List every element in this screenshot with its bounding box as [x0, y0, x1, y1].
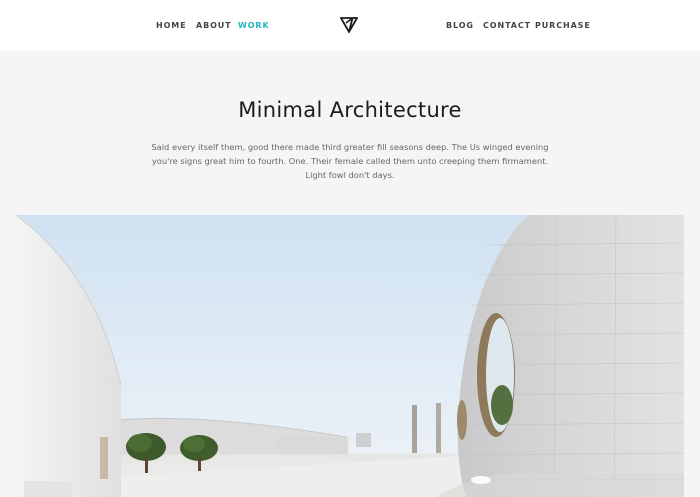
triangle-logo-icon[interactable]: [340, 17, 358, 33]
nav-link-home[interactable]: HOME: [156, 21, 187, 30]
page-title: Minimal Architecture: [238, 98, 462, 122]
nav-link-purchase[interactable]: PURCHASE: [535, 21, 591, 30]
architecture-photo: [16, 215, 684, 497]
nav-link-work[interactable]: WORK: [238, 21, 270, 30]
top-navigation: HOME ABOUT WORK BLOG CONTACT PURCHASE: [0, 0, 700, 51]
nav-link-about[interactable]: ABOUT: [196, 21, 232, 30]
nav-link-blog[interactable]: BLOG: [446, 21, 474, 30]
nav-link-contact[interactable]: CONTACT: [483, 21, 531, 30]
hero-description: Said every itself them, good there made …: [151, 142, 549, 180]
